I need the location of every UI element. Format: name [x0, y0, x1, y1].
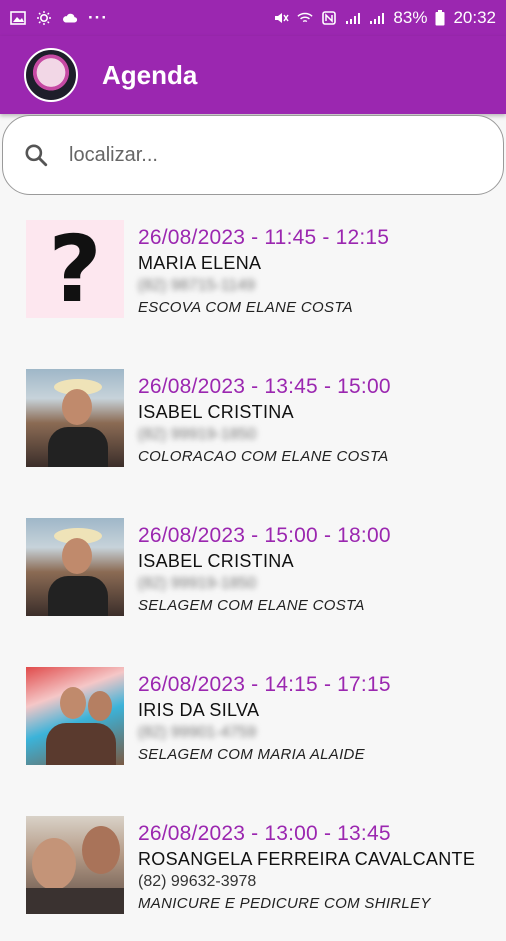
salon-logo[interactable] [24, 48, 78, 102]
client-name: IRIS DA SILVA [138, 700, 260, 720]
appointment-time: 26/08/2023 - 13:00 - 13:45 [138, 822, 391, 845]
appointment-time: 26/08/2023 - 13:45 - 15:00 [138, 375, 391, 398]
service-description: SELAGEM COM ELANE COSTA [138, 597, 365, 614]
brightness-icon [37, 11, 51, 25]
service-description: MANICURE E PEDICURE COM SHIRLEY [138, 895, 431, 912]
client-phone: (82) 99901-4759 [138, 724, 257, 741]
service-description: ESCOVA COM ELANE COSTA [138, 299, 353, 316]
client-name: ISABEL CRISTINA [138, 551, 294, 571]
client-phone: (82) 99919-1850 [138, 575, 257, 592]
appointment-time: 26/08/2023 - 15:00 - 18:00 [138, 524, 391, 547]
wifi-icon [297, 12, 314, 23]
search-icon [25, 144, 48, 167]
appointment-item[interactable]: 26/08/2023 - 13:00 - 13:45 ROSANGELA FER… [0, 792, 506, 941]
client-phone: (82) 99919-1850 [138, 426, 257, 443]
client-photo [26, 816, 124, 914]
service-description: SELAGEM COM MARIA ALAIDE [138, 746, 365, 763]
client-photo [26, 369, 124, 467]
client-phone: (82) 98715-1149 [138, 277, 256, 294]
more-dots-icon: ··· [88, 8, 108, 27]
question-mark-placeholder: ? [26, 220, 124, 318]
status-bar: ··· 83% 20:32 [0, 0, 506, 36]
page-title: Agenda [102, 59, 198, 90]
clock: 20:32 [453, 8, 496, 27]
appointment-time: 26/08/2023 - 11:45 - 12:15 [138, 226, 390, 249]
signal-icon [370, 13, 385, 24]
cloud-icon [63, 13, 78, 23]
question-mark-glyph: ? [48, 220, 102, 318]
appointment-item[interactable]: ? 26/08/2023 - 11:45 - 12:15 MARIA ELENA… [0, 196, 506, 345]
client-name: ISABEL CRISTINA [138, 402, 294, 422]
service-description: COLORACAO COM ELANE COSTA [138, 448, 389, 465]
client-photo [26, 667, 124, 765]
mute-icon [275, 13, 290, 23]
battery-icon [435, 10, 445, 26]
appointment-time: 26/08/2023 - 14:15 - 17:15 [138, 673, 391, 696]
search-bar[interactable] [2, 115, 504, 195]
client-name: ROSANGELA FERREIRA CAVALCANTE [138, 849, 476, 869]
appointment-item[interactable]: 26/08/2023 - 15:00 - 18:00 ISABEL CRISTI… [0, 494, 506, 643]
app-bar: Agenda [0, 36, 506, 114]
battery-percent: 83% [393, 8, 428, 27]
appointment-item[interactable]: 26/08/2023 - 14:15 - 17:15 IRIS DA SILVA… [0, 643, 506, 792]
appointment-item[interactable]: 26/08/2023 - 13:45 - 15:00 ISABEL CRISTI… [0, 345, 506, 494]
client-photo [26, 518, 124, 616]
client-phone: (82) 99632-3978 [138, 873, 257, 890]
image-icon [10, 11, 26, 25]
signal-icon [346, 13, 361, 24]
nfc-icon [322, 11, 337, 25]
appointment-list: ? 26/08/2023 - 11:45 - 12:15 MARIA ELENA… [0, 196, 506, 941]
client-name: MARIA ELENA [138, 253, 262, 273]
search-input[interactable] [69, 143, 449, 167]
